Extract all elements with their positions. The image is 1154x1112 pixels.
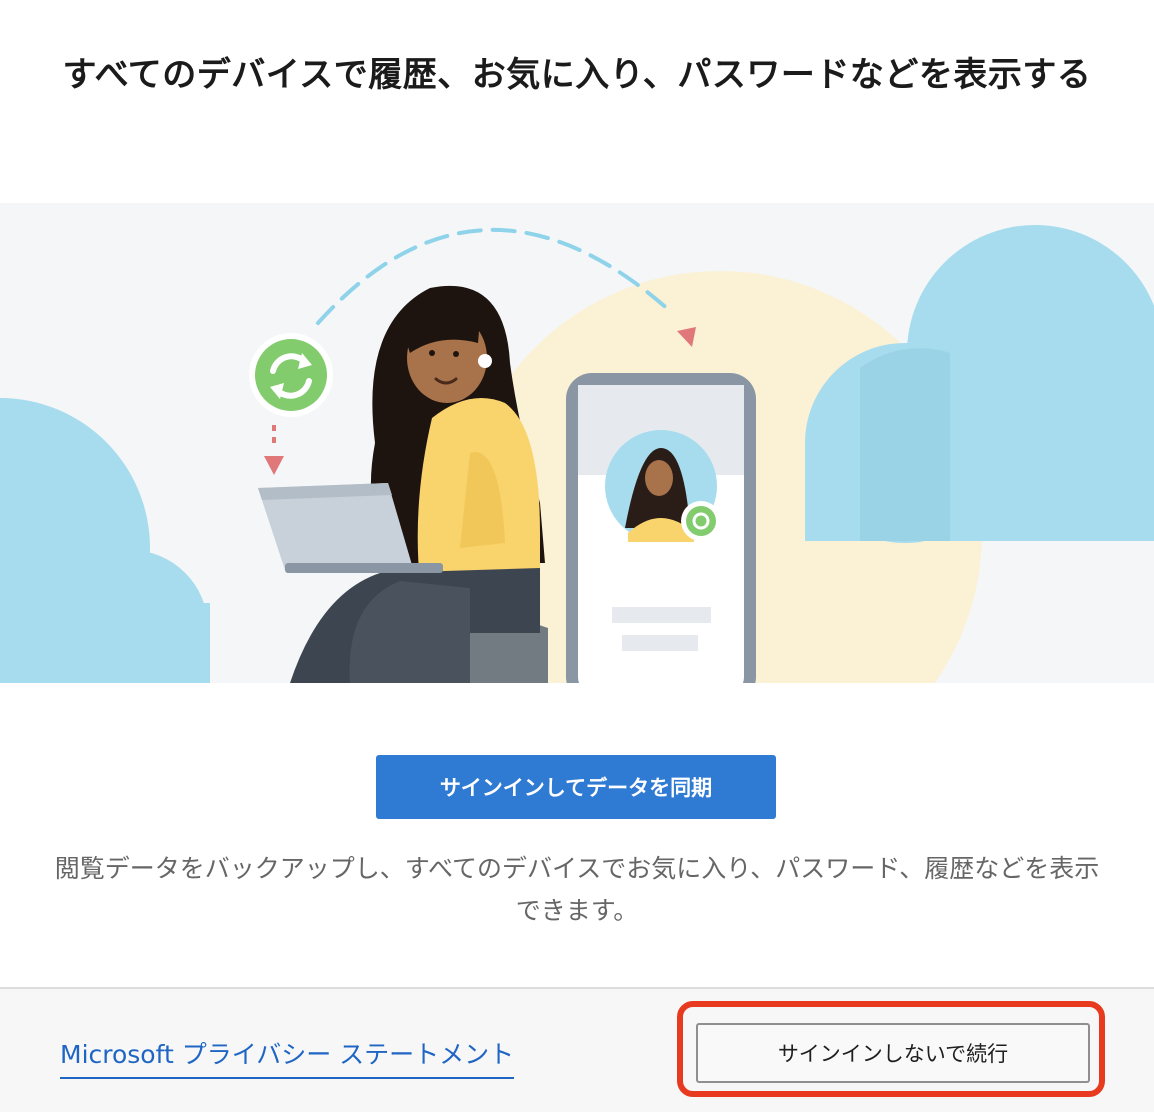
privacy-statement-link[interactable]: Microsoft プライバシー ステートメント (60, 1035, 515, 1079)
continue-without-signin-button[interactable]: サインインしないで続行 (696, 1023, 1090, 1083)
woman-figure (290, 285, 545, 683)
sync-icon (249, 333, 333, 417)
cloud-left (0, 398, 210, 683)
phone (566, 373, 756, 683)
footer-bar: Microsoft プライバシー ステートメント サインインしないで続行 (0, 987, 1154, 1112)
sync-illustration (0, 225, 1154, 683)
signin-sync-button[interactable]: サインインしてデータを同期 (376, 755, 776, 819)
cloud-right (805, 225, 1154, 543)
page-title: すべてのデバイスで履歴、お気に入り、パスワードなどを表示する (62, 55, 1092, 95)
arrow-down-left (264, 456, 284, 475)
hero-illustration (0, 203, 1154, 683)
description-text: 閲覧データをバックアップし、すべてのデバイスでお気に入り、パスワード、履歴などを… (54, 854, 1100, 925)
